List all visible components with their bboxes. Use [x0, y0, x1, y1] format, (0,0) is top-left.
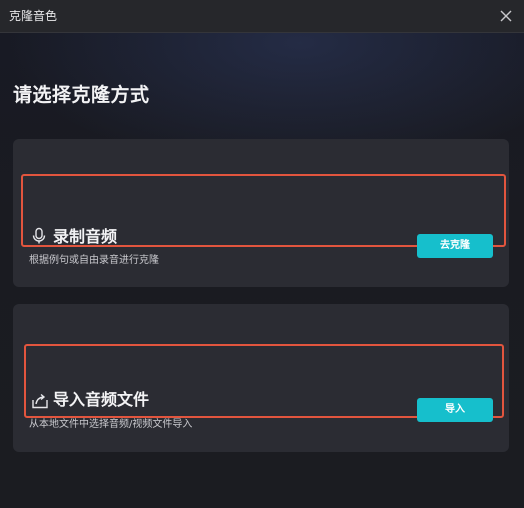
title-bar: 克隆音色: [0, 0, 524, 33]
import-file-description: 从本地文件中选择音频/视频文件导入: [29, 419, 193, 430]
record-audio-title: 录制音频: [53, 227, 118, 246]
clone-button[interactable]: 去克隆: [417, 234, 493, 258]
close-icon[interactable]: [497, 7, 515, 25]
clone-voice-dialog: 克隆音色 请选择克隆方式 录制音频 根据例句或自由录音进行克隆 去克隆 导入音频…: [0, 0, 524, 508]
import-file-title: 导入音频文件: [53, 390, 150, 409]
window-title: 克隆音色: [9, 9, 58, 23]
page-title: 请选择克隆方式: [13, 84, 150, 106]
import-file-icon: [31, 392, 49, 410]
microphone-icon: [30, 227, 48, 245]
import-button[interactable]: 导入: [417, 398, 493, 422]
record-audio-description: 根据例句或自由录音进行克隆: [29, 255, 159, 266]
